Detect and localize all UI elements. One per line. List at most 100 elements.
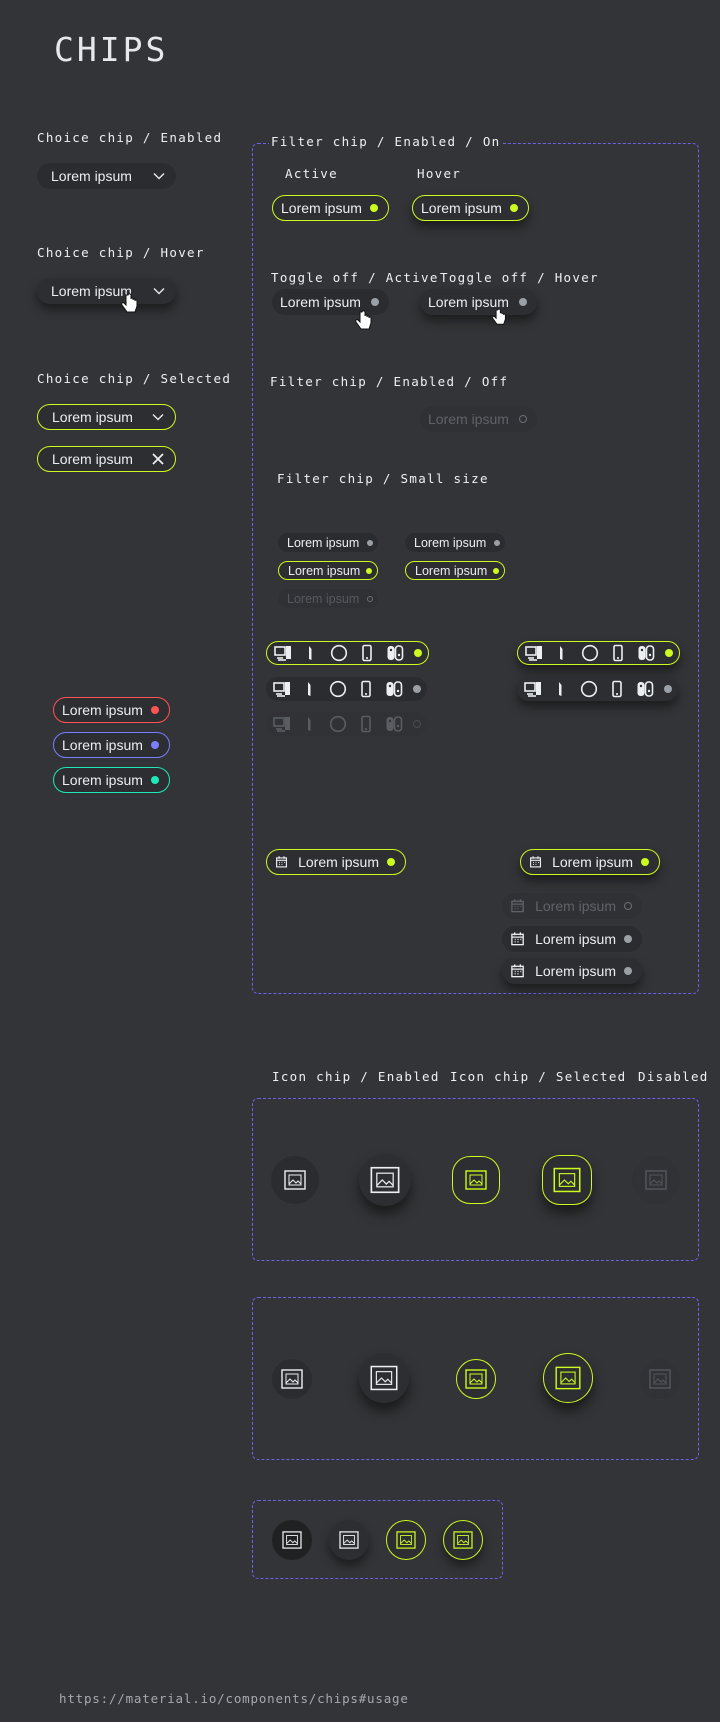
hand-cursor-icon [121, 293, 138, 313]
label-icon-chip-selected: Icon chip / Selected [450, 1069, 627, 1084]
status-dot [151, 706, 159, 714]
platform-chip-on-hover[interactable] [517, 641, 680, 665]
filter-chip-on-active[interactable]: Lorem ipsum [272, 195, 389, 221]
small-chip-on[interactable]: Lorem ipsum [278, 561, 378, 580]
icon-chip-small-selected[interactable] [386, 1520, 426, 1560]
calendar-chip-on-hover[interactable]: Lorem ipsum [520, 849, 660, 875]
footer-url[interactable]: https://material.io/components/chips#usa… [59, 1691, 409, 1706]
filter-chip-cyan[interactable]: Lorem ipsum [53, 767, 170, 793]
filter-chip-blue[interactable]: Lorem ipsum [53, 732, 170, 758]
icon-chip-selected[interactable] [452, 1156, 500, 1204]
filter-chip-disabled: Lorem ipsum [420, 406, 537, 432]
icon-chip-round-selected[interactable] [456, 1359, 496, 1399]
icon-chip-enabled-hover[interactable] [359, 1154, 411, 1206]
pc-icon [273, 682, 290, 697]
hand-cursor-icon [355, 310, 372, 330]
icon-chip-small-pressed[interactable] [272, 1520, 312, 1560]
icon-chip-enabled[interactable] [271, 1156, 319, 1204]
pc-icon [274, 646, 291, 661]
image-icon [465, 1170, 487, 1190]
chip-label: Lorem ipsum [280, 294, 361, 310]
xbox-icon [330, 644, 348, 662]
platform-chip-disabled [266, 712, 427, 736]
pc-icon [524, 682, 541, 697]
icon-chip-small-hover[interactable] [329, 1520, 369, 1560]
mobile-icon [361, 680, 371, 698]
close-icon[interactable] [151, 452, 165, 466]
small-chip-on-hover[interactable]: Lorem ipsum [405, 561, 505, 580]
calendar-chip-on[interactable]: Lorem ipsum [266, 849, 406, 875]
hand-cursor-icon [492, 308, 506, 325]
small-chip-disabled: Lorem ipsum [278, 589, 378, 608]
chip-label: Lorem ipsum [52, 451, 133, 467]
icon-chip-selected-hover[interactable] [542, 1155, 592, 1205]
status-dot [624, 902, 632, 910]
calendar-icon [511, 964, 524, 978]
image-icon [284, 1170, 306, 1190]
choice-chip-enabled[interactable]: Lorem ipsum [37, 163, 176, 189]
status-dot [151, 741, 159, 749]
calendar-icon [530, 856, 542, 868]
chip-label: Lorem ipsum [287, 535, 360, 550]
mobile-icon [361, 715, 371, 733]
status-dot [367, 595, 373, 602]
playstation-icon [303, 717, 311, 731]
pc-icon [273, 717, 290, 732]
chip-label: Lorem ipsum [421, 200, 502, 216]
platform-chip-off-hover[interactable] [517, 677, 678, 701]
calendar-icon [276, 856, 288, 868]
label-toggle-off-hover: Toggle off / Hover [440, 270, 599, 285]
label-disabled: Disabled [638, 1069, 709, 1084]
choice-chip-hover[interactable]: Lorem ipsum [37, 278, 176, 304]
xbox-icon [329, 680, 347, 698]
icon-chip-round-enabled[interactable] [272, 1359, 312, 1399]
small-chip-off-hover[interactable]: Lorem ipsum [405, 533, 505, 552]
icon-chip-round-disabled [640, 1359, 680, 1399]
xbox-icon [580, 680, 598, 698]
image-icon [370, 1166, 400, 1194]
label-choice-hover: Choice chip / Hover [37, 245, 205, 260]
calendar-icon [511, 932, 524, 946]
chip-label: Lorem ipsum [428, 411, 509, 427]
status-dot [414, 649, 422, 657]
status-dot [413, 685, 421, 693]
image-icon [649, 1369, 671, 1389]
playstation-icon [304, 646, 312, 660]
image-icon [396, 1531, 416, 1549]
platform-chip-on[interactable] [266, 641, 429, 665]
playstation-icon [554, 682, 562, 696]
choice-chip-selected[interactable]: Lorem ipsum [37, 404, 176, 430]
chip-label: Lorem ipsum [281, 200, 362, 216]
filter-chip-on-hover[interactable]: Lorem ipsum [412, 195, 529, 221]
status-dot [624, 967, 632, 975]
switch-icon [386, 716, 403, 732]
filter-chip-toggle-off-hover[interactable]: Lorem ipsum [420, 289, 537, 315]
chip-label: Lorem ipsum [62, 737, 143, 753]
icon-chip-round-selected-hover[interactable] [543, 1353, 593, 1403]
status-dot [519, 298, 527, 306]
chip-label: Lorem ipsum [62, 702, 143, 718]
label-active: Active [285, 166, 338, 181]
icon-chip-round-hover[interactable] [359, 1353, 409, 1403]
small-chip-off[interactable]: Lorem ipsum [278, 533, 378, 552]
choice-chip-selected-removable[interactable]: Lorem ipsum [37, 446, 176, 472]
status-dot [387, 858, 395, 866]
chip-label: Lorem ipsum [535, 963, 616, 979]
chevron-down-icon [152, 413, 164, 421]
status-dot [370, 204, 378, 212]
status-dot [371, 298, 379, 306]
label-filter-small: Filter chip / Small size [277, 471, 489, 486]
filter-chip-red[interactable]: Lorem ipsum [53, 697, 170, 723]
xbox-icon [329, 715, 347, 733]
platform-chip-off[interactable] [266, 677, 427, 701]
status-dot [641, 858, 649, 866]
image-icon [339, 1531, 359, 1549]
chip-label: Lorem ipsum [287, 591, 360, 606]
calendar-chip-off-hover[interactable]: Lorem ipsum [502, 958, 642, 984]
status-dot [510, 204, 518, 212]
chip-label: Lorem ipsum [288, 563, 361, 578]
label-choice-selected: Choice chip / Selected [37, 371, 232, 386]
icon-chip-small-selected-hover[interactable] [443, 1520, 483, 1560]
chip-label: Lorem ipsum [298, 854, 379, 870]
calendar-chip-off[interactable]: Lorem ipsum [502, 926, 642, 952]
